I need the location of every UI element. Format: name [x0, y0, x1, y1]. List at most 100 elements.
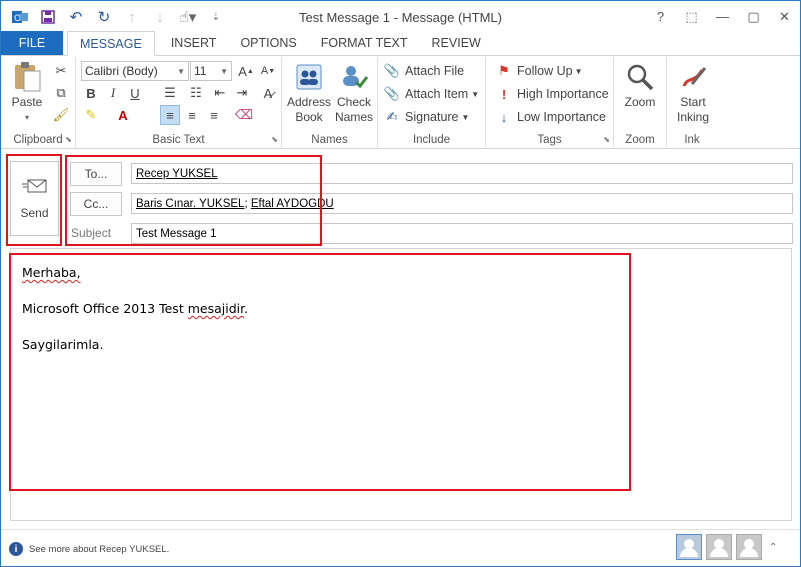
basic-text-launcher-icon[interactable]: ⬊ — [271, 135, 278, 144]
tags-group: ⚑ Follow Up ▼ ! High Importance ↓ Low Import… — [486, 57, 614, 149]
body-line-main: Microsoft Office 2013 Test mesajidir. — [22, 301, 249, 316]
paste-dropdown-icon[interactable]: ▾ — [25, 110, 29, 125]
chevron-down-icon: ▼ — [177, 66, 185, 76]
cc-recipient[interactable]: Baris Cınar. YUKSEL — [136, 198, 244, 210]
decrease-indent-icon[interactable]: ⇤ — [210, 83, 230, 103]
minimize-button[interactable]: — — [707, 1, 738, 32]
body-line-closing: Saygilarimla. — [22, 337, 104, 352]
underline-icon[interactable]: U — [125, 83, 145, 103]
chevron-down-icon: ▼ — [461, 112, 470, 122]
down-arrow-icon: ↓ — [500, 109, 508, 125]
signature-button[interactable]: ✍ Signature ▼ — [384, 107, 470, 127]
close-button[interactable]: ✕ — [769, 1, 800, 32]
chevron-down-icon: ▼ — [220, 66, 228, 76]
font-color-icon[interactable]: A — [113, 105, 133, 125]
clipboard-label: Clipboard — [13, 134, 63, 146]
numbering-icon[interactable]: ☷ — [186, 83, 206, 103]
cc-field[interactable]: Baris Cınar. YUKSEL; Eftal AYDOGDU — [131, 193, 793, 214]
maximize-button[interactable]: ▢ — [738, 1, 769, 32]
grow-font-icon[interactable]: A ▲ — [236, 61, 256, 81]
increase-indent-icon[interactable]: ⇥ — [232, 83, 252, 103]
paste-button[interactable]: Paste ▾ — [7, 61, 47, 125]
check-names-icon — [338, 61, 370, 93]
info-icon: i — [9, 542, 23, 556]
align-right-icon[interactable]: ≡ — [204, 105, 224, 125]
start-inking-button[interactable]: Start Inking — [671, 61, 715, 125]
pen-icon — [677, 61, 709, 93]
signature-icon: ✍ — [386, 109, 398, 124]
envelope-icon — [21, 177, 48, 198]
ribbon-display-button[interactable]: ⬚ — [676, 1, 707, 32]
attach-item-button[interactable]: 📎 Attach Item ▼ — [384, 84, 479, 104]
ink-group: Start Inking Ink — [667, 57, 717, 149]
low-importance-button[interactable]: ↓ Low Importance — [496, 107, 606, 127]
bullets-icon[interactable]: ☰ — [160, 83, 180, 103]
tab-format-text[interactable]: FORMAT TEXT — [309, 31, 420, 55]
subject-label: Subject — [71, 226, 112, 240]
clipboard-group: Paste ▾ ✂ ⧉ 🖌 Clipboard ⬊ — [1, 57, 76, 149]
clear-formatting-icon[interactable]: A̷ — [258, 83, 278, 103]
help-button[interactable]: ? — [645, 1, 676, 32]
tags-launcher-icon[interactable]: ⬊ — [603, 135, 610, 144]
contact-photo[interactable] — [736, 534, 762, 560]
subject-field[interactable]: Test Message 1 — [131, 223, 793, 244]
address-book-button[interactable]: Address Book — [286, 61, 332, 125]
chevron-down-icon: ▼ — [574, 66, 583, 76]
tags-label: Tags — [537, 134, 562, 146]
include-group: 📎 Attach File 📎 Attach Item ▼ ✍ Signature ▼ I… — [378, 57, 486, 149]
expand-people-pane-icon[interactable]: ⌃ — [769, 542, 777, 553]
tab-review[interactable]: REVIEW — [420, 31, 493, 55]
check-names-button[interactable]: Check Names — [332, 61, 376, 125]
flag-icon: ⚑ — [498, 63, 510, 78]
magnifier-icon — [624, 61, 656, 93]
tab-insert[interactable]: INSERT — [159, 31, 229, 55]
cc-recipient[interactable]: Eftal AYDOGDU — [251, 198, 334, 210]
align-left-icon[interactable]: ≡ — [160, 105, 180, 125]
ink-label: Ink — [684, 134, 700, 146]
ribbon-tabs: FILE MESSAGE INSERT OPTIONS FORMAT TEXT … — [1, 31, 800, 56]
contact-photo[interactable] — [676, 534, 702, 560]
shrink-font-icon[interactable]: A ▼ — [258, 61, 278, 81]
exclamation-icon: ! — [501, 86, 507, 102]
message-body[interactable]: Merhaba, Microsoft Office 2013 Test mesa… — [10, 248, 792, 521]
copy-icon[interactable]: ⧉ — [51, 83, 71, 103]
basic-text-label: Basic Text — [152, 134, 205, 146]
align-center-icon[interactable]: ≡ — [182, 105, 202, 125]
send-button[interactable]: Send — [10, 161, 59, 236]
zoom-button[interactable]: Zoom — [620, 61, 660, 110]
to-field[interactable]: Recep YUKSEL — [131, 163, 793, 184]
contact-photo[interactable] — [706, 534, 732, 560]
to-button[interactable]: To... — [70, 162, 122, 186]
message-window: O ↶ ↻ ↑ ↓ ☝▾ ⇣ Test Message 1 - Message … — [0, 0, 801, 567]
eraser-icon[interactable]: ⌫ — [234, 105, 254, 125]
body-text: Merhaba, Microsoft Office 2013 Test mesa… — [22, 264, 248, 372]
bold-icon[interactable]: B — [81, 83, 101, 103]
body-line-greeting: Merhaba, — [22, 265, 81, 280]
chevron-down-icon: ▼ — [471, 89, 480, 99]
people-info[interactable]: i See more about Recep YUKSEL. — [9, 542, 169, 556]
cut-icon[interactable]: ✂ — [51, 61, 71, 81]
highlight-icon[interactable]: ✎ — [81, 105, 101, 125]
cc-button[interactable]: Cc... — [70, 192, 122, 216]
names-group: Address Book Check Names Names — [282, 57, 378, 149]
tab-message[interactable]: MESSAGE — [67, 31, 155, 56]
title-bar: O ↶ ↻ ↑ ↓ ☝▾ ⇣ Test Message 1 - Message … — [1, 1, 800, 32]
follow-up-button[interactable]: ⚑ Follow Up ▼ — [496, 61, 583, 81]
attach-file-button[interactable]: 📎 Attach File — [384, 61, 464, 81]
font-name-combo[interactable]: Calibri (Body) ▼ — [81, 61, 189, 81]
tab-options[interactable]: OPTIONS — [228, 31, 308, 55]
high-importance-button[interactable]: ! High Importance — [496, 84, 609, 104]
zoom-label: Zoom — [625, 134, 655, 146]
paste-icon — [11, 61, 43, 93]
tab-file[interactable]: FILE — [1, 31, 63, 55]
italic-icon[interactable]: I — [103, 83, 123, 103]
to-recipient[interactable]: Recep YUKSEL — [136, 168, 218, 180]
misspelled-word: mesajidir — [187, 301, 245, 316]
ribbon: Paste ▾ ✂ ⧉ 🖌 Clipboard ⬊ Calibri (Body)… — [1, 57, 800, 149]
window-controls: ? ⬚ — ▢ ✕ — [645, 1, 800, 32]
font-size-combo[interactable]: 11 ▼ — [190, 61, 232, 81]
address-book-icon — [293, 61, 325, 93]
clipboard-launcher-icon[interactable]: ⬊ — [65, 135, 72, 144]
format-painter-icon[interactable]: 🖌 — [51, 105, 71, 125]
include-label: Include — [412, 134, 451, 146]
